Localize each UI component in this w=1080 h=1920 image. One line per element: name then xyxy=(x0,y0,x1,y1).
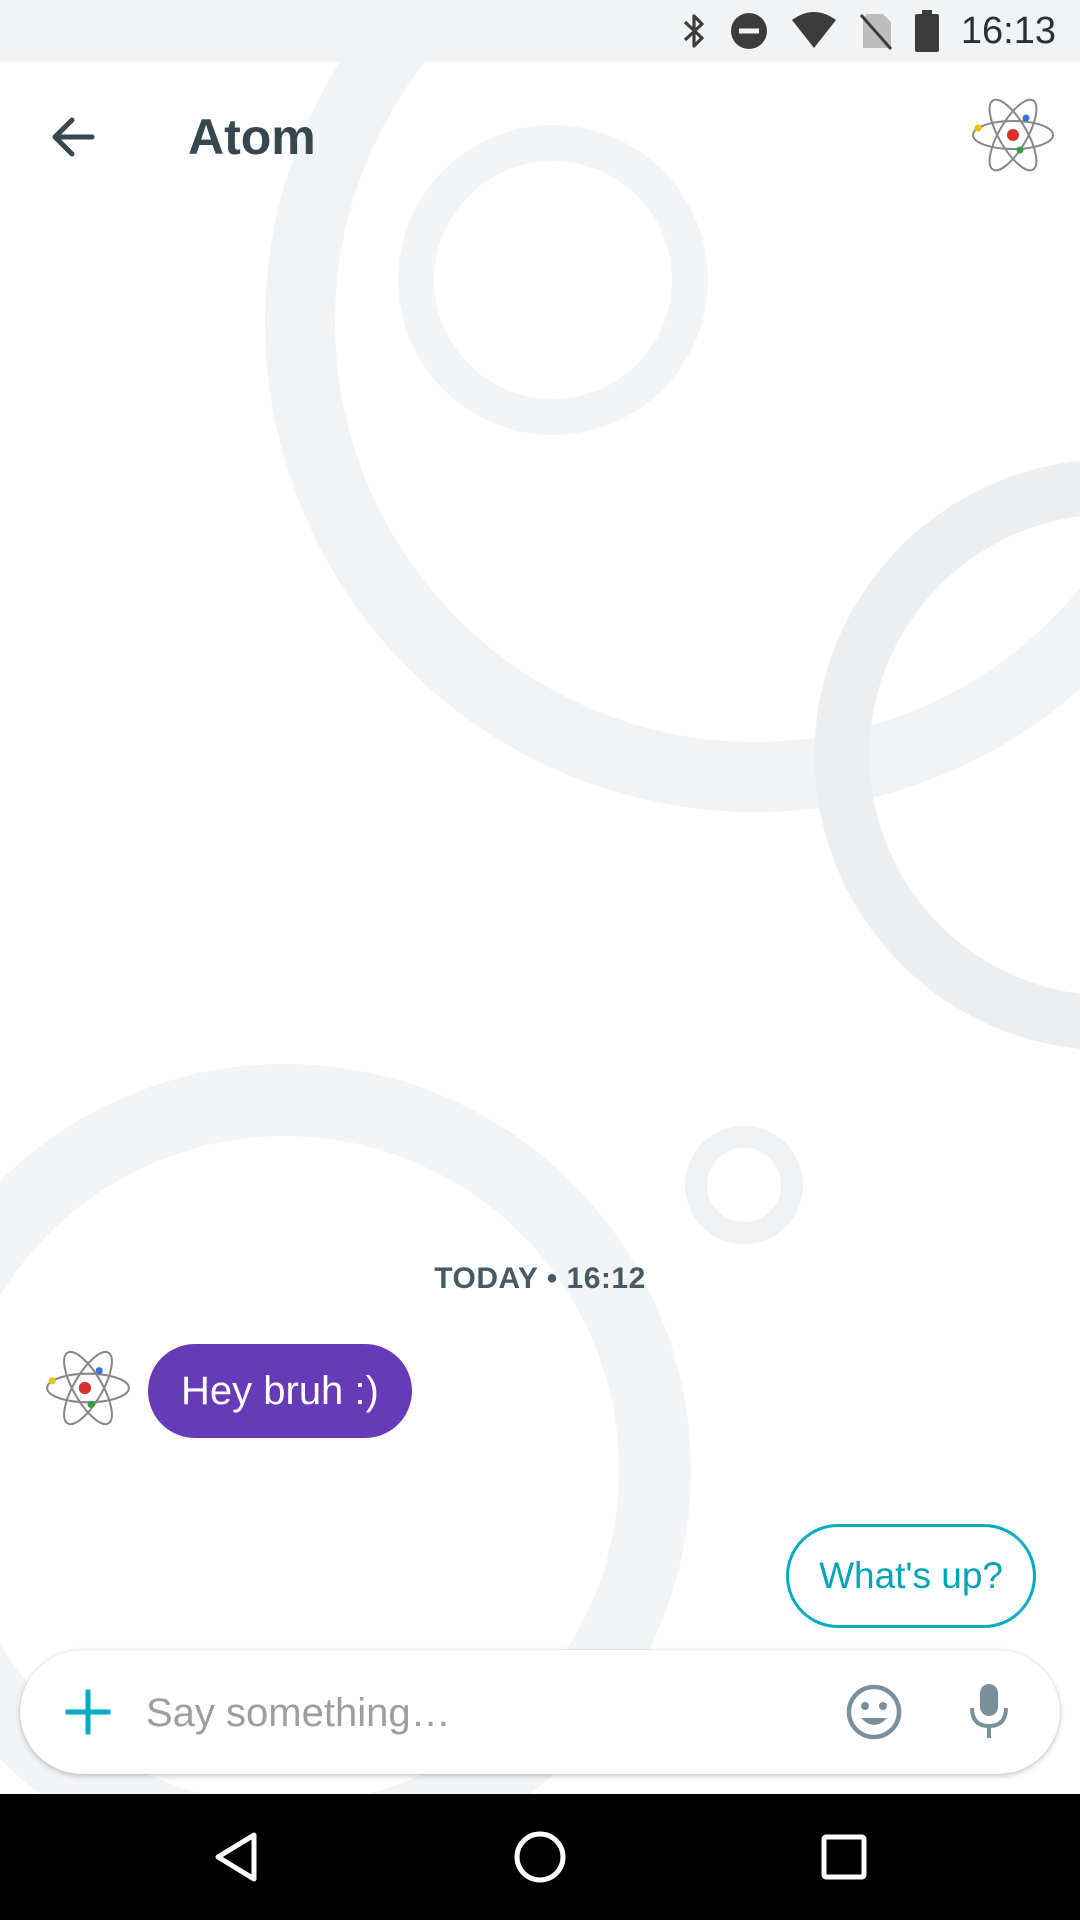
atom-avatar-icon xyxy=(972,98,1054,172)
status-bar: 16:13 xyxy=(0,0,1080,62)
conversation-timestamp: TODAY • 16:12 xyxy=(434,1262,646,1295)
emoji-button[interactable] xyxy=(842,1680,906,1744)
add-attachment-button[interactable] xyxy=(58,1682,118,1742)
status-time: 16:13 xyxy=(960,9,1056,52)
recents-square-icon xyxy=(821,1834,867,1880)
system-navigation-bar xyxy=(0,1794,1080,1920)
contact-avatar[interactable] xyxy=(968,90,1058,180)
arrow-back-icon xyxy=(52,117,95,157)
mic-icon xyxy=(970,1684,1008,1738)
back-triangle-icon xyxy=(215,1832,257,1882)
nav-home-button[interactable] xyxy=(510,1827,570,1887)
emoji-icon xyxy=(846,1684,902,1740)
app-bar: Atom xyxy=(0,62,1080,212)
nav-recents-button[interactable] xyxy=(814,1827,874,1887)
wifi-icon xyxy=(791,11,837,51)
message-bubble: Hey bruh :) xyxy=(148,1344,412,1438)
message-input[interactable] xyxy=(144,1676,828,1750)
no-sim-icon xyxy=(859,11,893,51)
back-button[interactable] xyxy=(38,102,108,172)
battery-icon xyxy=(914,10,939,52)
home-circle-icon xyxy=(514,1831,566,1883)
atom-avatar-icon xyxy=(46,1350,130,1426)
compose-bar xyxy=(20,1650,1060,1774)
suggestion-chip-whats-up[interactable]: What's up? xyxy=(786,1524,1036,1628)
chat-title: Atom xyxy=(188,109,316,165)
voice-input-button[interactable] xyxy=(966,1680,1012,1744)
message-sender-avatar[interactable] xyxy=(42,1340,134,1436)
do-not-disturb-icon xyxy=(729,11,769,51)
plus-icon xyxy=(65,1689,111,1735)
bluetooth-icon xyxy=(681,11,707,51)
nav-back-button[interactable] xyxy=(206,1827,266,1887)
